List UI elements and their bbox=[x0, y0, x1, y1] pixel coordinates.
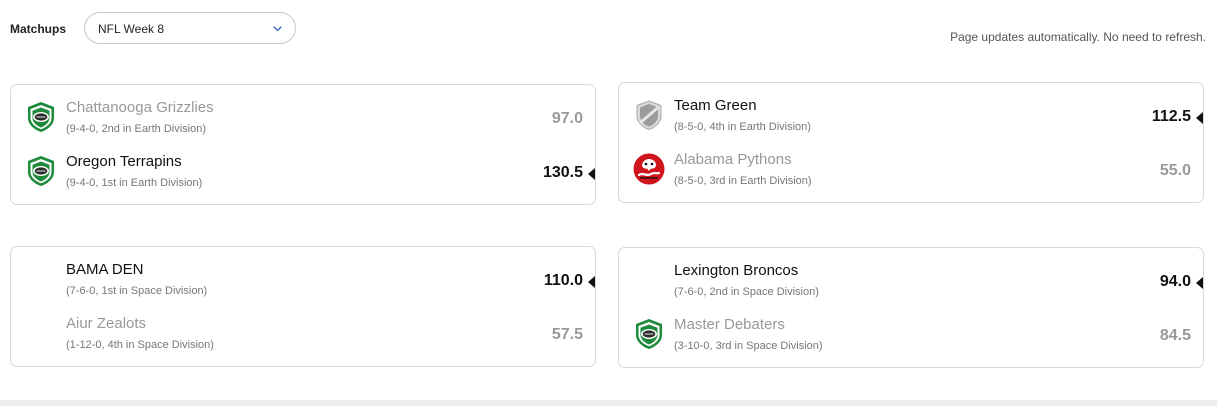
team-score: 112.5 bbox=[1151, 108, 1191, 125]
team-row[interactable]: Master Debaters (3-10-0, 3rd in Space Di… bbox=[619, 312, 1203, 362]
week-select-value: NFL Week 8 bbox=[98, 22, 165, 36]
team-name[interactable]: BAMA DEN bbox=[66, 261, 144, 278]
team-record: (1-12-0, 4th in Space Division) bbox=[66, 339, 214, 351]
matchups-label: Matchups bbox=[10, 22, 67, 36]
team-score: 94.0 bbox=[1159, 273, 1191, 290]
team-record: (9-4-0, 2nd in Earth Division) bbox=[66, 123, 207, 135]
team-name[interactable]: Team Green bbox=[674, 97, 757, 114]
winner-indicator-icon bbox=[588, 276, 595, 288]
winner-indicator-icon bbox=[1196, 112, 1203, 124]
team-row[interactable]: Chattanooga Grizzlies (9-4-0, 2nd in Ear… bbox=[11, 95, 595, 145]
team-score: 110.0 bbox=[543, 272, 583, 289]
team-row[interactable]: Aiur Zealots (1-12-0, 4th in Space Divis… bbox=[11, 311, 595, 361]
team-name[interactable]: Master Debaters bbox=[674, 316, 785, 333]
team-row[interactable]: Alabama Pythons (8-5-0, 3rd in Earth Div… bbox=[619, 147, 1203, 197]
matchup-card[interactable]: Team Green (8-5-0, 4th in Earth Division… bbox=[618, 82, 1204, 203]
matchup-card[interactable]: Chattanooga Grizzlies (9-4-0, 2nd in Ear… bbox=[10, 84, 596, 205]
red-python-logo-icon bbox=[633, 153, 665, 185]
football-shield-icon bbox=[636, 319, 662, 349]
football-shield-icon bbox=[28, 102, 54, 132]
team-name[interactable]: Chattanooga Grizzlies bbox=[66, 99, 214, 116]
football-shield-icon bbox=[28, 156, 54, 186]
team-name[interactable]: Oregon Terrapins bbox=[66, 153, 182, 170]
team-record: (3-10-0, 3rd in Space Division) bbox=[674, 340, 823, 352]
winner-indicator-icon bbox=[588, 168, 595, 180]
team-record: (7-6-0, 1st in Space Division) bbox=[66, 285, 208, 297]
team-record: (8-5-0, 3rd in Earth Division) bbox=[674, 175, 812, 187]
team-row[interactable]: Lexington Broncos (7-6-0, 2nd in Space D… bbox=[619, 258, 1203, 308]
team-row[interactable]: Oregon Terrapins (9-4-0, 1st in Earth Di… bbox=[11, 149, 595, 199]
team-score: 84.5 bbox=[1159, 327, 1191, 344]
page-bottom-divider bbox=[0, 400, 1217, 406]
team-row[interactable]: BAMA DEN (7-6-0, 1st in Space Division) … bbox=[11, 257, 595, 307]
team-score: 57.5 bbox=[551, 326, 583, 343]
matchup-card[interactable]: BAMA DEN (7-6-0, 1st in Space Division) … bbox=[10, 246, 596, 367]
winner-indicator-icon bbox=[1196, 277, 1203, 289]
matchup-card[interactable]: Lexington Broncos (7-6-0, 2nd in Space D… bbox=[618, 247, 1204, 368]
team-name[interactable]: Aiur Zealots bbox=[66, 315, 146, 332]
team-score: 55.0 bbox=[1159, 162, 1191, 179]
chevron-down-icon bbox=[273, 26, 282, 32]
team-record: (9-4-0, 1st in Earth Division) bbox=[66, 177, 203, 189]
auto-refresh-note: Page updates automatically. No need to r… bbox=[950, 30, 1206, 44]
team-row[interactable]: Team Green (8-5-0, 4th in Earth Division… bbox=[619, 93, 1203, 143]
team-name[interactable]: Lexington Broncos bbox=[674, 262, 798, 279]
grey-shield-icon bbox=[636, 100, 662, 131]
team-name[interactable]: Alabama Pythons bbox=[674, 151, 792, 168]
week-select-dropdown[interactable]: NFL Week 8 bbox=[84, 12, 296, 44]
team-score: 130.5 bbox=[542, 164, 583, 181]
team-record: (7-6-0, 2nd in Space Division) bbox=[674, 286, 819, 298]
team-record: (8-5-0, 4th in Earth Division) bbox=[674, 121, 811, 133]
team-score: 97.0 bbox=[551, 110, 583, 127]
matchups-header: Matchups NFL Week 8 Page updates automat… bbox=[0, 0, 1217, 60]
